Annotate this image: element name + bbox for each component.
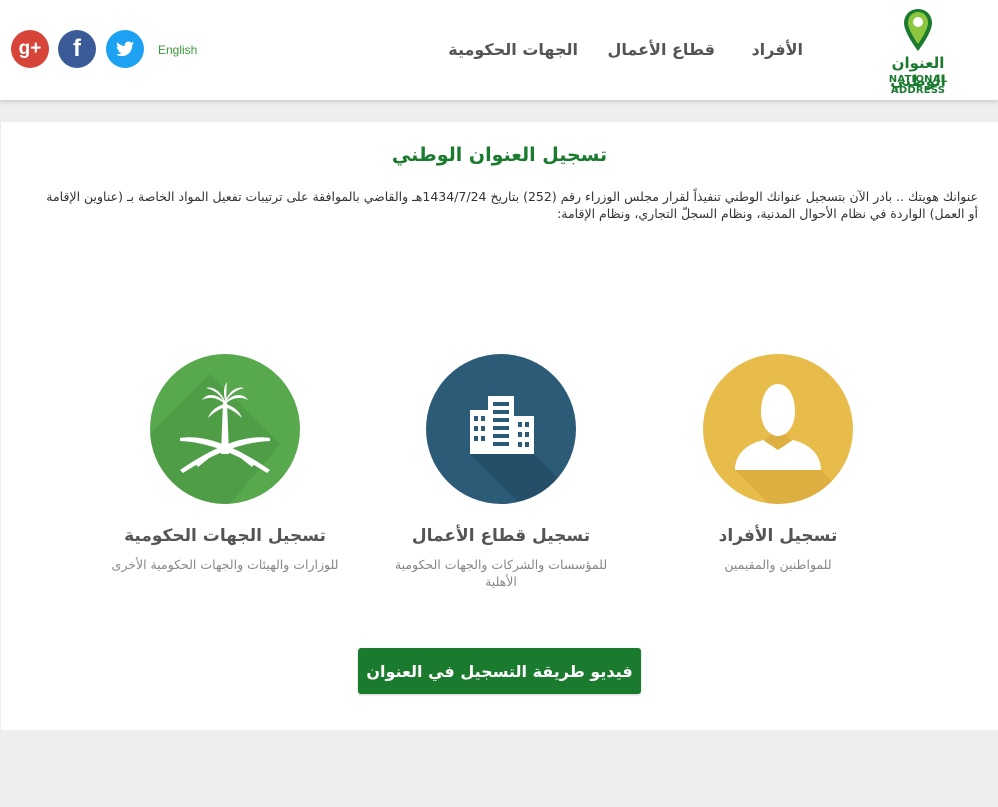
twitter-icon <box>116 41 134 57</box>
intro-paragraph: عنوانك هويتك .. بادر الآن بتسجيل عنوانك … <box>46 189 978 221</box>
person-icon <box>735 384 853 504</box>
location-pin-icon <box>904 9 932 51</box>
individuals-description: للمواطنين والمقيمين <box>724 557 832 572</box>
language-switch-link[interactable]: English <box>158 43 197 57</box>
government-circle[interactable] <box>150 354 300 504</box>
card-business-sector[interactable]: تسجيل قطاع الأعمال للمؤسسات والشركات وال… <box>381 354 621 590</box>
national-address-logo[interactable]: العنوان الوطني NATIONAL ADDRESS <box>866 8 970 96</box>
card-individuals[interactable]: تسجيل الأفراد للمواطنين والمقيمين <box>658 354 898 573</box>
business-title[interactable]: تسجيل قطاع الأعمال <box>381 526 621 546</box>
facebook-button[interactable]: f <box>58 30 96 68</box>
government-title[interactable]: تسجيل الجهات الحكومية <box>105 526 345 546</box>
logo-english-text: NATIONAL ADDRESS <box>888 74 948 96</box>
registration-video-button[interactable]: فيديو طريقة التسجيل في العنوان <box>358 648 641 694</box>
main-content: تسجيل العنوان الوطني عنوانك هويتك .. باد… <box>1 122 998 730</box>
site-header: العنوان الوطني NATIONAL ADDRESS الأفراد … <box>0 0 998 100</box>
business-circle[interactable] <box>426 354 576 504</box>
nav-individuals[interactable]: الأفراد <box>751 40 803 59</box>
google-plus-button[interactable]: g+ <box>11 30 49 68</box>
nav-government-entities[interactable]: الجهات الحكومية <box>448 40 578 59</box>
nav-business-sector[interactable]: قطاع الأعمال <box>607 40 715 59</box>
government-description: للوزارات والهيئات والجهات الحكومية الأخر… <box>111 557 339 572</box>
card-government-entities[interactable]: تسجيل الجهات الحكومية للوزارات والهيئات … <box>105 354 345 573</box>
individuals-title[interactable]: تسجيل الأفراد <box>658 526 898 546</box>
page-title: تسجيل العنوان الوطني <box>391 144 608 166</box>
google-plus-icon: g+ <box>18 38 42 59</box>
buildings-icon <box>470 396 576 504</box>
facebook-icon: f <box>73 35 81 62</box>
business-description: للمؤسسات والشركات والجهات الحكومية الأهل… <box>394 557 608 589</box>
twitter-button[interactable] <box>106 30 144 68</box>
palm-swords-emblem-icon <box>150 374 280 504</box>
individuals-circle[interactable] <box>703 354 853 504</box>
